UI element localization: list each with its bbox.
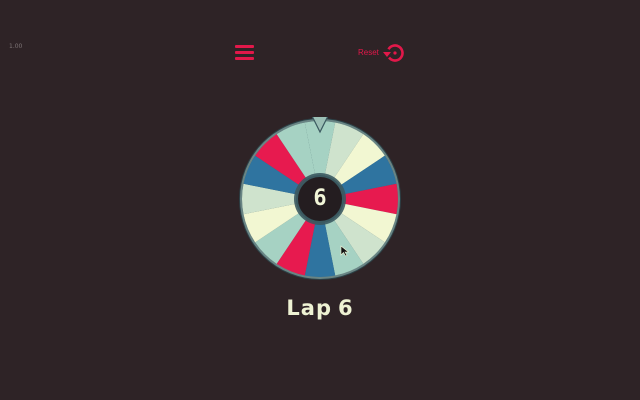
- version-label: 1.00: [9, 43, 23, 50]
- current-number: 6: [313, 185, 327, 211]
- game-screen: 1.00 Reset 6 Lap 6: [0, 0, 640, 400]
- reset-rotate-icon: [382, 44, 404, 62]
- lap-number: 6: [337, 296, 354, 320]
- reset-button[interactable]: Reset: [358, 43, 405, 63]
- lap-label: Lap: [286, 296, 332, 320]
- reset-label: Reset: [358, 47, 379, 57]
- menu-button[interactable]: [234, 43, 256, 61]
- mouse-cursor-icon: [340, 245, 350, 257]
- lap-indicator: Lap 6: [240, 296, 400, 320]
